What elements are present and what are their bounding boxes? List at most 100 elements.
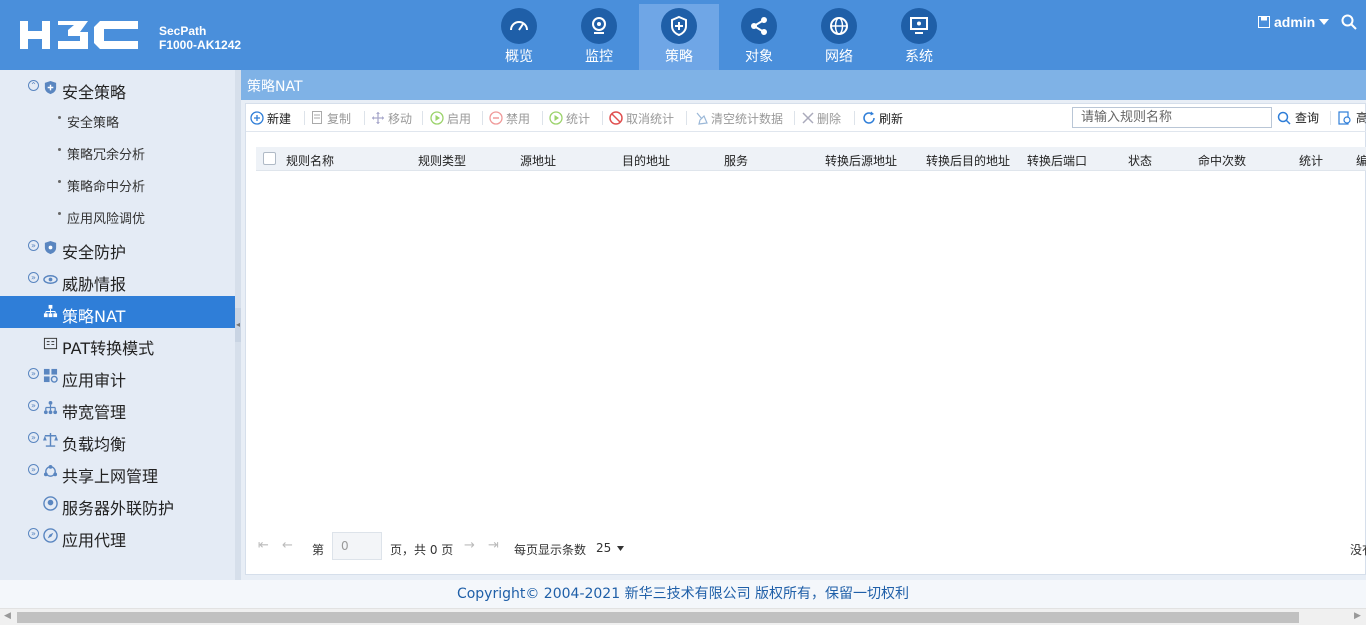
column-header[interactable]: 源地址 bbox=[520, 152, 556, 169]
first-page-icon[interactable]: ⇤ bbox=[258, 538, 269, 553]
enable-button[interactable]: 启用 bbox=[430, 109, 471, 127]
disable-label: 禁用 bbox=[506, 111, 531, 126]
search-icon[interactable] bbox=[1341, 14, 1357, 30]
cancel-stats-button[interactable]: 取消统计 bbox=[609, 109, 674, 127]
sidebar-group-bandwidth[interactable]: » 带宽管理 bbox=[0, 392, 235, 424]
sidebar-item-security-policy[interactable]: 安全策略 bbox=[0, 104, 235, 136]
sidebar-item-redundancy-analysis[interactable]: 策略冗余分析 bbox=[0, 136, 235, 168]
sidebar-group-server-outbound[interactable]: 服务器外联防护 bbox=[0, 488, 235, 520]
sidebar-item-risk-tuning[interactable]: 应用风险调优 bbox=[0, 200, 235, 232]
copy-icon bbox=[312, 111, 322, 124]
page-title-bar: 策略NAT bbox=[241, 70, 1366, 100]
plus-circle-icon bbox=[250, 111, 264, 125]
advanced-label: 高 bbox=[1356, 111, 1366, 125]
refresh-button[interactable]: 刷新 bbox=[862, 109, 903, 127]
expand-icon[interactable]: » bbox=[28, 240, 39, 251]
sidebar-group-pat-mode[interactable]: PAT转换模式 bbox=[0, 328, 235, 360]
sidebar-item-hit-analysis[interactable]: 策略命中分析 bbox=[0, 168, 235, 200]
last-page-icon[interactable]: ⇥ bbox=[488, 538, 499, 553]
next-page-icon[interactable]: → bbox=[464, 538, 475, 553]
sidebar-group-label: 安全策略 bbox=[62, 83, 127, 102]
sidebar-group-security-protection[interactable]: » 安全防护 bbox=[0, 232, 235, 264]
select-all-checkbox[interactable] bbox=[263, 152, 276, 165]
share-icon bbox=[751, 17, 767, 35]
column-header[interactable]: 编 bbox=[1356, 152, 1366, 169]
column-header[interactable]: 状态 bbox=[1128, 152, 1152, 169]
shield-icon bbox=[671, 15, 687, 37]
expand-icon[interactable]: » bbox=[28, 368, 39, 379]
expand-icon[interactable]: » bbox=[28, 464, 39, 475]
query-label: 查询 bbox=[1295, 111, 1320, 125]
delete-button[interactable]: 删除 bbox=[802, 109, 841, 127]
footer: Copyright© 2004-2021 新华三技术有限公司 版权所有，保留一切… bbox=[0, 580, 1366, 608]
column-header[interactable]: 统计 bbox=[1299, 152, 1323, 169]
sidebar-group-load-balance[interactable]: » 负载均衡 bbox=[0, 424, 235, 456]
stats-button[interactable]: 统计 bbox=[549, 109, 590, 127]
collapse-icon[interactable]: ⌃ bbox=[28, 80, 39, 91]
product-line: SecPath bbox=[159, 24, 207, 38]
clear-stats-button[interactable]: 清空统计数据 bbox=[694, 109, 783, 127]
sidebar-group-shared-access[interactable]: » 共享上网管理 bbox=[0, 456, 235, 488]
column-header[interactable]: 转换后目的地址 bbox=[926, 152, 1010, 169]
column-header[interactable]: 规则类型 bbox=[418, 152, 466, 169]
expand-icon[interactable]: » bbox=[28, 432, 39, 443]
column-header[interactable]: 目的地址 bbox=[622, 152, 670, 169]
page-number-input[interactable] bbox=[332, 532, 382, 560]
product-name: SecPath F1000-AK1242 bbox=[159, 24, 241, 52]
horizontal-scrollbar[interactable]: ◀ ▶ bbox=[0, 608, 1366, 625]
copy-button[interactable]: 复制 bbox=[312, 109, 351, 127]
scroll-left-icon[interactable]: ◀ bbox=[4, 611, 11, 621]
advanced-search-button[interactable]: 高 bbox=[1338, 109, 1366, 126]
column-header[interactable]: 转换后端口 bbox=[1027, 152, 1087, 169]
move-button[interactable]: 移动 bbox=[371, 109, 412, 127]
sidebar-item-label: 策略命中分析 bbox=[67, 180, 146, 195]
expand-icon[interactable]: » bbox=[28, 272, 39, 283]
collapse-sidebar-handle[interactable]: ◂ bbox=[235, 308, 241, 342]
nav-object[interactable]: 对象 bbox=[719, 4, 799, 70]
new-button[interactable]: 新建 bbox=[250, 109, 291, 127]
nav-system[interactable]: 系统 bbox=[879, 4, 959, 70]
sidebar-group-label: PAT转换模式 bbox=[62, 339, 155, 358]
column-header[interactable]: 转换后源地址 bbox=[825, 152, 897, 169]
sidebar-group-app-audit[interactable]: » 应用审计 bbox=[0, 360, 235, 392]
nav-network-label: 网络 bbox=[825, 49, 853, 65]
product-model: F1000-AK1242 bbox=[159, 38, 242, 52]
column-header[interactable]: 服务 bbox=[724, 152, 748, 169]
sidebar-group-label: 应用审计 bbox=[62, 371, 127, 390]
scrollbar-thumb[interactable] bbox=[17, 612, 1299, 623]
nav-monitor[interactable]: 监控 bbox=[559, 4, 639, 70]
share-icon bbox=[43, 464, 58, 477]
sidebar-group-policy-nat[interactable]: 策略NAT bbox=[0, 296, 235, 328]
rule-name-search-input[interactable] bbox=[1072, 107, 1272, 128]
disable-button[interactable]: 禁用 bbox=[489, 109, 530, 127]
expand-icon[interactable]: » bbox=[28, 400, 39, 411]
sidebar-group-security-policy[interactable]: ⌃ 安全策略 bbox=[0, 72, 235, 104]
eye-icon bbox=[43, 275, 58, 284]
user-menu[interactable]: admin bbox=[1258, 14, 1357, 30]
prev-page-icon[interactable]: ← bbox=[282, 538, 293, 553]
nav-policy[interactable]: 策略 bbox=[639, 4, 719, 70]
play-icon bbox=[549, 111, 563, 125]
column-header[interactable]: 命中次数 bbox=[1198, 152, 1246, 169]
enable-label: 启用 bbox=[447, 111, 472, 126]
per-page-select[interactable]: 25 bbox=[596, 541, 625, 555]
scroll-right-icon[interactable]: ▶ bbox=[1354, 611, 1361, 621]
sidebar-group-app-proxy[interactable]: » 应用代理 bbox=[0, 520, 235, 552]
cancel-stats-label: 取消统计 bbox=[626, 111, 675, 126]
copyright-text: Copyright© 2004-2021 新华三技术有限公司 版权所有，保留一切… bbox=[456, 586, 910, 602]
sidebar-group-threat-intel[interactable]: » 威胁情报 bbox=[0, 264, 235, 296]
content-panel: 新建 复制 移动 启用 禁用 统计 取消统计 清空统计数据 删除 刷新 请输入规… bbox=[245, 103, 1366, 575]
server-icon bbox=[43, 496, 58, 511]
advanced-search-icon bbox=[1338, 110, 1351, 125]
camera-icon bbox=[592, 17, 606, 34]
page-prefix: 第 bbox=[312, 543, 325, 557]
nav-network[interactable]: 网络 bbox=[799, 4, 879, 70]
sidebar: ⌃ 安全策略 安全策略 策略冗余分析 策略命中分析 应用风险调优 » 安全防护 … bbox=[0, 70, 235, 580]
globe-icon bbox=[830, 17, 848, 35]
column-header[interactable]: 规则名称 bbox=[286, 152, 334, 169]
query-button[interactable]: 查询 bbox=[1277, 109, 1319, 126]
shield-icon bbox=[44, 80, 57, 95]
expand-icon[interactable]: » bbox=[28, 528, 39, 539]
username: admin bbox=[1274, 14, 1316, 30]
nav-overview[interactable]: 概览 bbox=[479, 4, 559, 70]
